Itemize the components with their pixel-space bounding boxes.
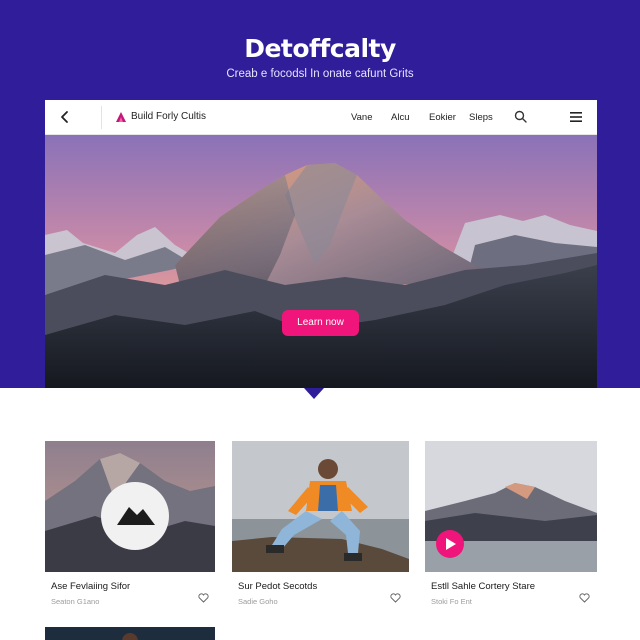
card-meta: Stoki Fo Ent bbox=[431, 597, 472, 606]
card-image bbox=[425, 441, 597, 572]
heart-icon[interactable] bbox=[198, 593, 209, 603]
search-icon[interactable] bbox=[514, 110, 527, 123]
card-title[interactable]: Ase Fevlaiing Sifor bbox=[51, 581, 130, 592]
card-1[interactable]: Ase Fevlaiing Sifor Seaton G1ano bbox=[45, 441, 215, 613]
page-tagline: Creab e focodsl In onate cafunt Grits bbox=[226, 68, 414, 80]
hero-mountain-image bbox=[45, 135, 597, 388]
learn-now-button[interactable]: Learn now bbox=[282, 310, 359, 336]
nav-link-alcu[interactable]: Alcu bbox=[391, 112, 409, 123]
navbar-divider bbox=[101, 106, 102, 129]
page-headline: Detoffcalty bbox=[244, 34, 396, 63]
brand-name[interactable]: Build Forly Cultis bbox=[131, 111, 206, 122]
heart-icon[interactable] bbox=[390, 593, 401, 603]
nav-link-vane[interactable]: Vane bbox=[351, 112, 372, 123]
card-meta: Seaton G1ano bbox=[51, 597, 100, 606]
nav-link-eokier[interactable]: Eokier bbox=[429, 112, 456, 123]
brand-logo-icon bbox=[116, 112, 126, 122]
card-image bbox=[45, 441, 215, 572]
card-3[interactable]: Estll Sahle Cortery Stare Stoki Fo Ent bbox=[425, 441, 597, 613]
card-title[interactable]: Estll Sahle Cortery Stare bbox=[431, 581, 535, 592]
back-arrow-icon[interactable] bbox=[57, 109, 73, 125]
card-meta: Sadie Goho bbox=[238, 597, 278, 606]
card-image bbox=[45, 627, 215, 640]
card-image bbox=[232, 441, 409, 572]
next-card-peek[interactable] bbox=[45, 627, 215, 640]
hamburger-menu-icon[interactable] bbox=[569, 111, 583, 123]
heart-icon[interactable] bbox=[579, 593, 590, 603]
card-title[interactable]: Sur Pedot Secotds bbox=[238, 581, 317, 592]
nav-link-sleps[interactable]: Sleps bbox=[469, 112, 493, 123]
section-pointer bbox=[304, 388, 324, 399]
card-2[interactable]: Sur Pedot Secotds Sadie Goho bbox=[232, 441, 409, 613]
website-preview: Build Forly Cultis Vane Alcu Eokier Slep… bbox=[45, 100, 597, 388]
navbar: Build Forly Cultis Vane Alcu Eokier Slep… bbox=[45, 100, 597, 135]
